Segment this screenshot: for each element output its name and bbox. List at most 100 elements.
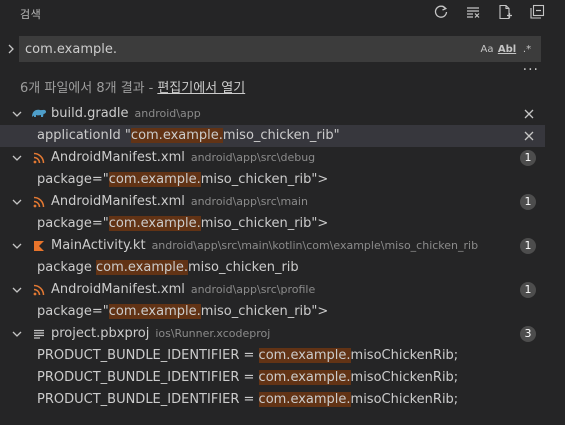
use-regex-button[interactable]: .*: [518, 40, 536, 58]
file-path: android\app\src\profile: [190, 283, 316, 296]
rss-xml-icon: [29, 147, 49, 169]
result-match-row[interactable]: package="com.example.miso_chicken_rib">: [0, 213, 545, 235]
match-before: PRODUCT_BUNDLE_IDENTIFIER =: [37, 348, 259, 363]
file-path: android\app\src\debug: [190, 151, 316, 164]
file-name: AndroidManifest.xml: [51, 150, 185, 165]
match-after: miso_chicken_rib": [222, 128, 340, 143]
match-text: applicationId "com.example.miso_chicken_…: [37, 125, 340, 147]
match-after: miso_chicken_rib">: [200, 216, 329, 231]
match-before: package=": [37, 216, 109, 231]
chevron-down-icon[interactable]: [11, 323, 23, 345]
result-file-row[interactable]: MainActivity.kt android\app\src\main\kotl…: [0, 235, 545, 257]
match-text: package com.example.miso_chicken_rib: [37, 257, 299, 279]
result-match-row[interactable]: applicationId "com.example.miso_chicken_…: [0, 125, 545, 147]
match-count-badge: 3: [520, 326, 536, 342]
match-highlight: com.example.: [258, 392, 351, 407]
match-before: PRODUCT_BUNDLE_IDENTIFIER =: [37, 370, 259, 385]
result-file-label: AndroidManifest.xml android\app\src\debug: [51, 147, 315, 169]
result-file-label: project.pbxproj ios\Runner.xcodeproj: [51, 323, 270, 345]
chevron-down-icon[interactable]: [11, 103, 23, 125]
search-options: Aa Abl .*: [478, 40, 536, 58]
file-name: MainActivity.kt: [51, 238, 146, 253]
chevron-down-icon[interactable]: [11, 147, 23, 169]
chevron-down-icon[interactable]: [11, 191, 23, 213]
rss-xml-icon: [29, 279, 49, 301]
search-view-header: 검색: [0, 0, 565, 28]
new-search-editor-icon[interactable]: [495, 2, 515, 22]
results-count-text: 6개 파일에서 8개 결과: [20, 81, 145, 96]
match-after: miso_chicken_rib">: [200, 304, 329, 319]
result-match-row[interactable]: PRODUCT_BUNDLE_IDENTIFIER = com.example.…: [0, 367, 545, 389]
match-after: misoChickenRib;: [350, 392, 459, 407]
result-file-row[interactable]: AndroidManifest.xml android\app\src\debug…: [0, 147, 545, 169]
file-path: android\app\src\main: [190, 195, 308, 208]
toggle-search-details-button[interactable]: ···: [523, 62, 539, 78]
result-file-row[interactable]: AndroidManifest.xml android\app\src\main …: [0, 191, 545, 213]
result-match-row[interactable]: PRODUCT_BUNDLE_IDENTIFIER = com.example.…: [0, 389, 545, 411]
search-input[interactable]: [20, 37, 465, 61]
toggle-replace-chevron-icon[interactable]: [4, 40, 18, 58]
result-match-row[interactable]: PRODUCT_BUNDLE_IDENTIFIER = com.example.…: [0, 345, 545, 367]
match-whole-word-button[interactable]: Abl: [498, 40, 516, 58]
match-case-button[interactable]: Aa: [478, 40, 496, 58]
file-path: ios\Runner.xcodeproj: [155, 327, 271, 340]
search-row: Aa Abl .*: [0, 36, 565, 62]
file-path: android\app: [134, 107, 201, 120]
match-count-badge: 1: [520, 238, 536, 254]
match-after: miso_chicken_rib">: [200, 172, 329, 187]
refresh-icon[interactable]: [431, 2, 451, 22]
summary-separator: -: [148, 81, 154, 96]
chevron-down-icon[interactable]: [11, 279, 23, 301]
result-file-label: MainActivity.kt android\app\src\main\kotl…: [51, 235, 478, 257]
match-text: PRODUCT_BUNDLE_IDENTIFIER = com.example.…: [37, 345, 458, 367]
match-before: PRODUCT_BUNDLE_IDENTIFIER =: [37, 392, 259, 407]
match-text: PRODUCT_BUNDLE_IDENTIFIER = com.example.…: [37, 367, 458, 389]
result-match-row[interactable]: package com.example.miso_chicken_rib: [0, 257, 545, 279]
file-name: AndroidManifest.xml: [51, 194, 185, 209]
match-count-badge: 1: [520, 282, 536, 298]
clear-results-icon[interactable]: [463, 2, 483, 22]
result-file-label: AndroidManifest.xml android\app\src\main: [51, 191, 308, 213]
match-text: package="com.example.miso_chicken_rib">: [37, 213, 328, 235]
collapse-all-icon[interactable]: [527, 2, 547, 22]
match-highlight: com.example.: [258, 370, 351, 385]
file-path: android\app\src\main\kotlin\com\example\…: [151, 239, 479, 252]
match-highlight: com.example.: [130, 128, 223, 143]
open-in-editor-link[interactable]: 편집기에서 열기: [157, 81, 245, 96]
file-name: build.gradle: [51, 106, 129, 121]
lines-file-icon: [29, 323, 49, 345]
match-after: misoChickenRib;: [350, 370, 459, 385]
match-text: package="com.example.miso_chicken_rib">: [37, 169, 328, 191]
match-count-badge: 1: [520, 150, 536, 166]
result-file-row[interactable]: build.gradle android\app: [0, 103, 545, 125]
file-name: AndroidManifest.xml: [51, 282, 185, 297]
result-file-row[interactable]: AndroidManifest.xml android\app\src\profi…: [0, 279, 545, 301]
match-highlight: com.example.: [108, 304, 201, 319]
match-after: miso_chicken_rib: [188, 260, 299, 275]
dismiss-close-icon[interactable]: [522, 107, 536, 121]
search-results-tree: build.gradle android\app applicationId "c…: [0, 103, 545, 411]
result-file-row[interactable]: project.pbxproj ios\Runner.xcodeproj 3: [0, 323, 545, 345]
match-highlight: com.example.: [258, 348, 351, 363]
rss-xml-icon: [29, 191, 49, 213]
file-name: project.pbxproj: [51, 326, 150, 341]
result-match-row[interactable]: package="com.example.miso_chicken_rib">: [0, 169, 545, 191]
match-before: package: [37, 260, 97, 275]
header-actions: [431, 2, 547, 22]
match-text: PRODUCT_BUNDLE_IDENTIFIER = com.example.…: [37, 389, 458, 411]
match-before: applicationId ": [37, 128, 131, 143]
match-highlight: com.example.: [108, 172, 201, 187]
match-before: package=": [37, 304, 109, 319]
match-highlight: com.example.: [96, 260, 188, 275]
match-after: misoChickenRib;: [350, 348, 459, 363]
match-count-badge: 1: [520, 194, 536, 210]
match-before: package=": [37, 172, 109, 187]
chevron-down-icon[interactable]: [11, 235, 23, 257]
match-highlight: com.example.: [108, 216, 201, 231]
gradle-icon: [29, 103, 49, 125]
view-title: 검색: [20, 8, 42, 21]
match-text: package="com.example.miso_chicken_rib">: [37, 301, 328, 323]
dismiss-close-icon[interactable]: [522, 129, 536, 143]
result-match-row[interactable]: package="com.example.miso_chicken_rib">: [0, 301, 545, 323]
results-summary: 6개 파일에서 8개 결과 - 편집기에서 열기: [20, 77, 245, 96]
